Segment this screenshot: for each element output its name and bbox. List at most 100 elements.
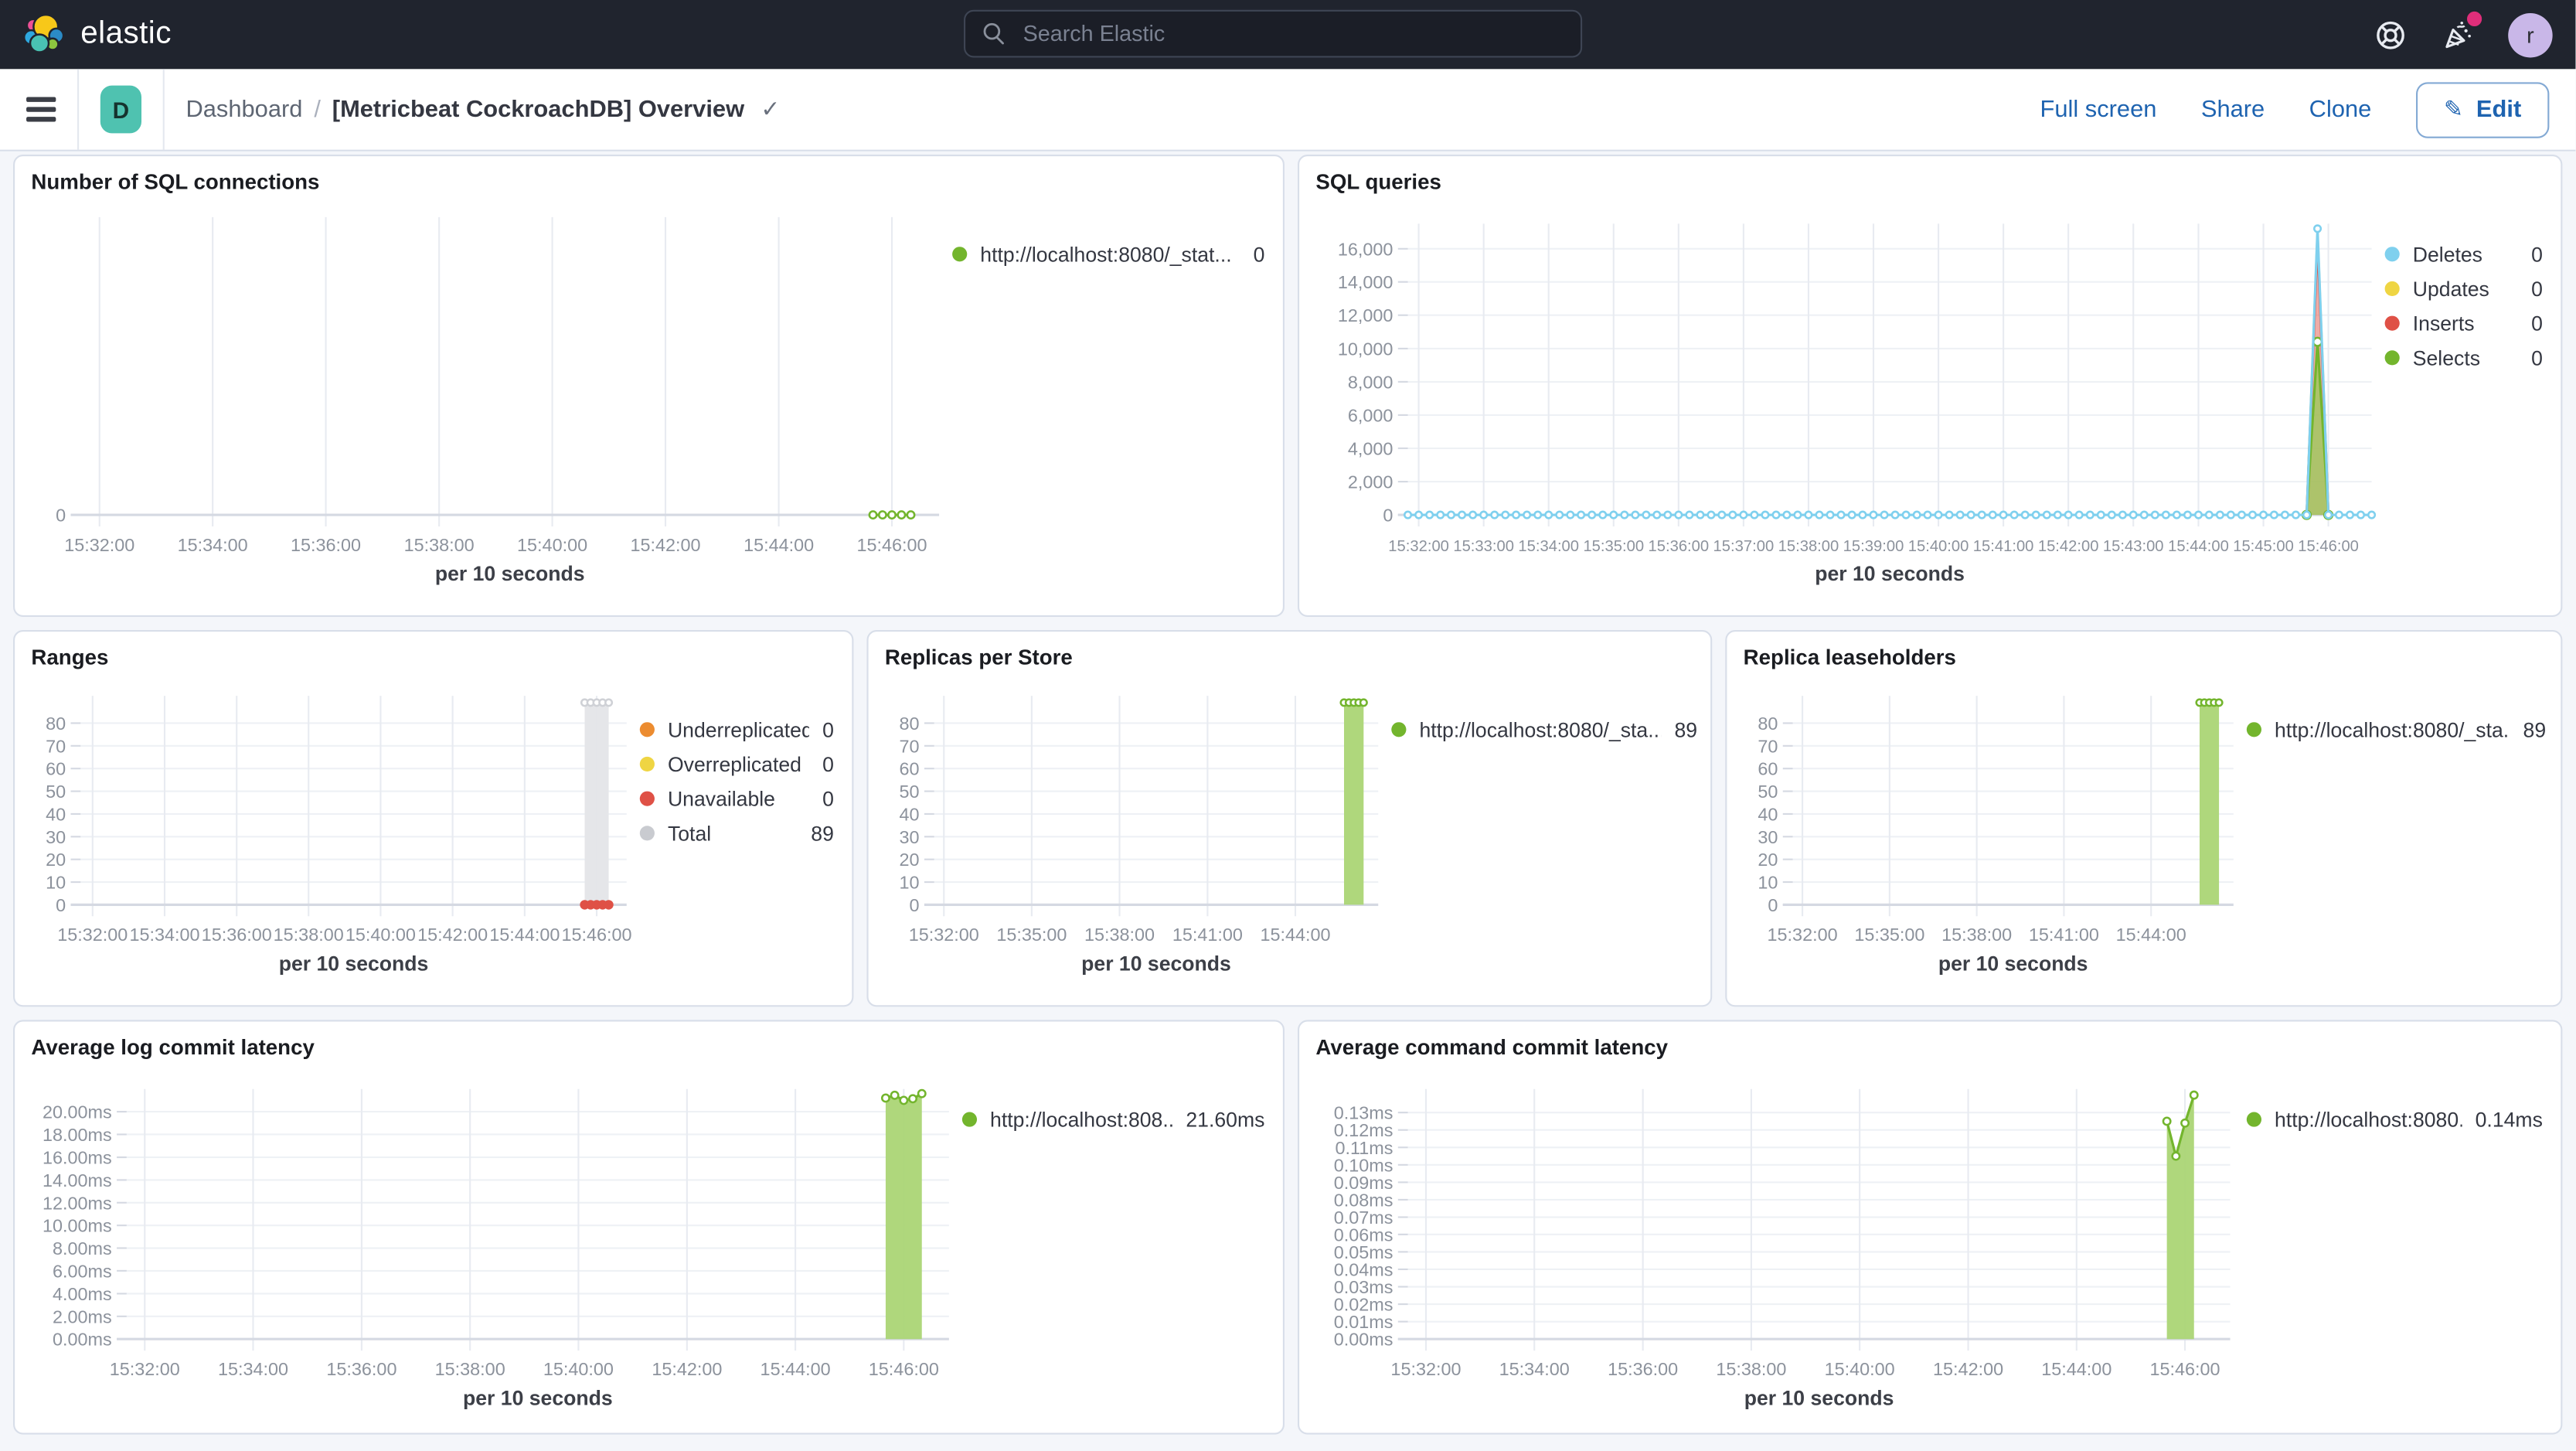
legend-item[interactable]: Selects 0 [2384, 340, 2543, 375]
svg-text:70: 70 [900, 736, 920, 756]
legend-label: http://localhost:8080... [2275, 1108, 2462, 1131]
breadcrumb-separator: / [314, 96, 321, 123]
panel-replicas-per-store: Replicas per Store 0 10 20 30 40 50 60 70 80 15:3… [866, 630, 1713, 1007]
legend-item[interactable]: http://localhost:8080/_sta... 89 [1391, 712, 1697, 747]
legend-item[interactable]: http://localhost:8080/_stat... 0 [952, 237, 1264, 271]
legend-item[interactable]: Deletes 0 [2384, 237, 2543, 271]
svg-text:20: 20 [900, 850, 920, 870]
svg-text:15:35:00: 15:35:00 [1854, 925, 1924, 945]
search-input[interactable] [1019, 19, 1564, 48]
svg-text:15:42:00: 15:42:00 [417, 925, 488, 945]
clone-link[interactable]: Clone [2309, 96, 2372, 122]
help-button[interactable] [2374, 18, 2407, 51]
chart-replica-leaseholders[interactable]: 0 10 20 30 40 50 60 70 80 15:32:00 15:35:00 15:38:0… [1744, 680, 2247, 1013]
chart-legend: http://localhost:808... 21.60ms [961, 1069, 1268, 1439]
chart-sql-queries[interactable]: 0 2,000 4,000 6,000 8,000 10,000 12,000 14,000 1… [1315, 204, 2384, 620]
svg-text:15:34:00: 15:34:00 [129, 925, 199, 945]
svg-text:15:38:00: 15:38:00 [274, 925, 344, 945]
svg-text:15:36:00: 15:36:00 [202, 925, 272, 945]
user-avatar[interactable]: r [2508, 12, 2553, 57]
notification-badge [2467, 11, 2482, 27]
svg-text:15:33:00: 15:33:00 [1453, 538, 1514, 555]
svg-text:4.00ms: 4.00ms [53, 1284, 112, 1304]
legend-label: Unavailable [667, 787, 775, 811]
svg-text:10: 10 [46, 873, 66, 893]
svg-text:4,000: 4,000 [1348, 438, 1393, 458]
legend-value: 0 [2531, 277, 2543, 301]
legend-item[interactable]: Underreplicated 0 [639, 712, 834, 747]
legend-item[interactable]: Inserts 0 [2384, 306, 2543, 341]
check-icon[interactable]: ✓ [761, 95, 780, 123]
panel-title: Ranges [31, 645, 109, 670]
svg-text:per 10 seconds: per 10 seconds [1081, 952, 1231, 976]
svg-text:10: 10 [900, 873, 920, 893]
legend-value: 21.60ms [1186, 1108, 1265, 1131]
svg-text:15:34:00: 15:34:00 [178, 535, 248, 555]
svg-text:14,000: 14,000 [1338, 272, 1393, 292]
chart-replicas-per-store[interactable]: 0 10 20 30 40 50 60 70 80 15:32:00 15:35:00 15:38:0… [885, 680, 1391, 1013]
svg-text:15:44:00: 15:44:00 [489, 925, 560, 945]
legend-label: Underreplicated [667, 717, 810, 741]
space-badge[interactable]: D [100, 85, 142, 134]
svg-text:15:32:00: 15:32:00 [64, 535, 134, 555]
svg-text:15:44:00: 15:44:00 [1260, 925, 1330, 945]
svg-text:15:36:00: 15:36:00 [1608, 1359, 1678, 1379]
svg-text:15:34:00: 15:34:00 [1518, 538, 1579, 555]
legend-item[interactable]: Updates 0 [2384, 271, 2543, 306]
breadcrumb-dashboard[interactable]: Dashboard [185, 96, 302, 122]
svg-text:0.13ms: 0.13ms [1334, 1103, 1393, 1123]
svg-text:per 10 seconds: per 10 seconds [1744, 1386, 1894, 1409]
legend-color-dot [2384, 247, 2400, 262]
edit-button[interactable]: ✎ Edit [2415, 81, 2550, 138]
panel-title: SQL queries [1315, 169, 1441, 195]
panel-title: Number of SQL connections [31, 169, 320, 195]
legend-label: http://localhost:808... [990, 1108, 1173, 1131]
svg-text:15:35:00: 15:35:00 [1583, 538, 1644, 555]
svg-text:12,000: 12,000 [1338, 305, 1393, 325]
panel-ranges: Ranges 0 10 20 30 40 50 60 70 80 15:32:00 15:34:00… [13, 630, 854, 1007]
svg-text:40: 40 [46, 804, 66, 824]
svg-text:80: 80 [46, 714, 66, 734]
chart-average-command-commit-latency[interactable]: 0.00ms 0.01ms 0.02ms 0.03ms 0.04ms 0.05ms 0.06… [1315, 1069, 2246, 1439]
svg-text:50: 50 [46, 782, 66, 802]
share-link[interactable]: Share [2201, 96, 2265, 122]
legend-value: 89 [1674, 717, 1698, 741]
full-screen-link[interactable]: Full screen [2040, 96, 2156, 122]
legend-item[interactable]: Total 89 [639, 816, 834, 850]
svg-text:80: 80 [1758, 714, 1778, 734]
global-search[interactable] [964, 9, 1583, 58]
legend-item[interactable]: http://localhost:808... 21.60ms [961, 1102, 1265, 1137]
svg-text:15:38:00: 15:38:00 [1941, 925, 2012, 945]
svg-text:per 10 seconds: per 10 seconds [279, 952, 429, 976]
chart-average-log-commit-latency[interactable]: 0.00ms 2.00ms 4.00ms 6.00ms 8.00ms 10.00ms 12.… [31, 1069, 961, 1439]
svg-text:80: 80 [900, 714, 920, 734]
chart-number-of-sql-connections[interactable]: 0 15:32:00 15:34:00 15:36:00 15:38:00 15:40:0… [31, 204, 952, 620]
news-button[interactable] [2441, 11, 2482, 51]
svg-text:0: 0 [1383, 506, 1393, 526]
svg-text:15:38:00: 15:38:00 [1778, 538, 1839, 555]
elastic-logo[interactable]: elastic [22, 13, 172, 56]
panel-average-command-commit-latency: Average command commit latency 0.00ms 0.0… [1297, 1020, 2563, 1435]
svg-text:20: 20 [1758, 850, 1778, 870]
svg-text:0.12ms: 0.12ms [1334, 1120, 1393, 1140]
legend-item[interactable]: http://localhost:8080/_sta... 89 [2246, 712, 2546, 747]
svg-text:15:34:00: 15:34:00 [218, 1359, 288, 1379]
legend-item[interactable]: Unavailable 0 [639, 782, 834, 816]
legend-color-dot [961, 1112, 978, 1127]
svg-text:15:42:00: 15:42:00 [1933, 1359, 2003, 1379]
legend-value: 0 [822, 787, 834, 811]
svg-text:16.00ms: 16.00ms [43, 1148, 112, 1168]
svg-text:15:41:00: 15:41:00 [1973, 538, 2034, 555]
svg-text:15:44:00: 15:44:00 [2168, 538, 2229, 555]
svg-text:14.00ms: 14.00ms [43, 1170, 112, 1190]
svg-text:50: 50 [900, 782, 920, 802]
legend-item[interactable]: Overreplicated 0 [639, 747, 834, 782]
svg-text:15:32:00: 15:32:00 [1390, 1359, 1461, 1379]
svg-text:15:32:00: 15:32:00 [110, 1359, 180, 1379]
svg-text:15:46:00: 15:46:00 [2298, 538, 2359, 555]
svg-text:0: 0 [910, 895, 920, 915]
menu-icon[interactable] [26, 97, 56, 121]
chart-ranges[interactable]: 0 10 20 30 40 50 60 70 80 15:32:00 15:34:00 15:36:0… [31, 680, 639, 1013]
legend-item[interactable]: http://localhost:8080... 0.14ms [2246, 1102, 2543, 1137]
panel-title: Average log commit latency [31, 1034, 315, 1060]
